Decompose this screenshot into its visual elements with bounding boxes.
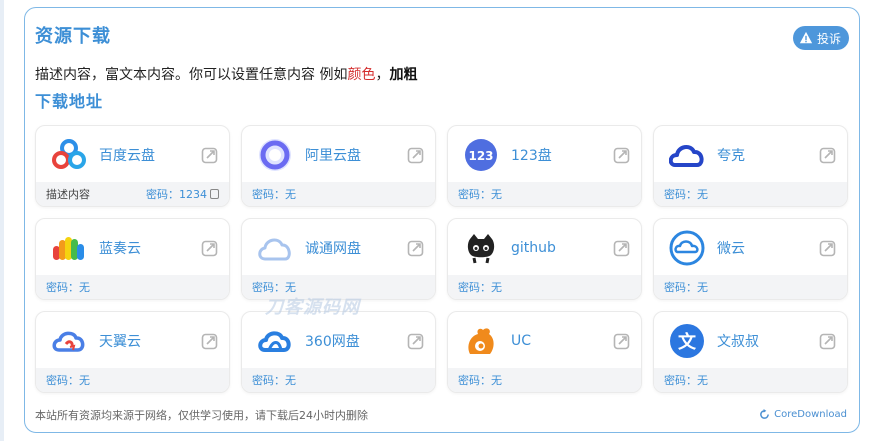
- external-link-icon[interactable]: [819, 146, 837, 164]
- ctfile-icon: [257, 230, 293, 266]
- card-name: 诚通网盘: [305, 241, 361, 257]
- warning-icon: [799, 31, 813, 44]
- external-link-icon[interactable]: [613, 239, 631, 257]
- download-links-title: 下载地址: [35, 92, 104, 111]
- copy-icon[interactable]: [210, 189, 219, 199]
- card-password[interactable]: 密码：无: [252, 186, 296, 202]
- download-card-123pan[interactable]: 123 123盘 密码：无: [447, 125, 642, 207]
- download-card-uc[interactable]: UC 密码：无: [447, 311, 642, 393]
- external-link-icon[interactable]: [613, 146, 631, 164]
- 123pan-icon: 123: [463, 137, 499, 173]
- card-name: 阿里云盘: [305, 148, 361, 164]
- download-grid: 百度云盘 描述内容 密码：1234 阿里云盘 密码：无 123 123盘 密码：…: [35, 125, 849, 393]
- card-password[interactable]: 密码：无: [664, 372, 708, 388]
- card-password[interactable]: 密码：1234: [146, 186, 207, 202]
- card-name: 夸克: [717, 148, 745, 164]
- download-card-baidu[interactable]: 百度云盘 描述内容 密码：1234: [35, 125, 230, 207]
- brand-name: CoreDownload: [774, 409, 847, 420]
- github-icon: [463, 230, 499, 266]
- external-link-icon[interactable]: [407, 332, 425, 350]
- external-link-icon[interactable]: [201, 332, 219, 350]
- download-card-aliyun[interactable]: 阿里云盘 密码：无: [241, 125, 436, 207]
- card-password[interactable]: 密码：无: [46, 279, 90, 295]
- download-panel: 资源下载 投诉 描述内容，富文本内容。你可以设置任意内容 例如颜色，加粗 下载地…: [24, 7, 860, 433]
- external-link-icon[interactable]: [201, 239, 219, 257]
- uc-icon: [463, 323, 499, 359]
- card-name: UC: [511, 333, 532, 349]
- card-name: 文叔叔: [717, 334, 759, 350]
- download-card-tianyi[interactable]: 天翼云 密码：无: [35, 311, 230, 393]
- external-link-icon[interactable]: [819, 332, 837, 350]
- external-link-icon[interactable]: [613, 332, 631, 350]
- desc-sep: ，: [375, 67, 390, 83]
- external-link-icon[interactable]: [819, 239, 837, 257]
- desc-prefix: 描述内容，富文本内容。你可以设置任意内容 例如: [35, 67, 348, 83]
- baidu-cloud-icon: [51, 137, 87, 173]
- aliyun-drive-icon: [257, 137, 293, 173]
- card-password[interactable]: 密码：无: [46, 372, 90, 388]
- card-name: 天翼云: [99, 334, 141, 350]
- card-name: 360网盘: [305, 334, 360, 350]
- download-card-ctfile[interactable]: 诚通网盘 密码：无: [241, 218, 436, 300]
- card-note: 描述内容: [46, 188, 90, 201]
- download-card-lanzou[interactable]: 蓝奏云 密码：无: [35, 218, 230, 300]
- card-name: 123盘: [511, 148, 552, 164]
- quark-icon: [669, 137, 705, 173]
- external-link-icon[interactable]: [201, 146, 219, 164]
- 123pan-icon-text: 123: [468, 149, 493, 163]
- watermark: 刀客源码网: [265, 297, 360, 318]
- desc-red: 颜色: [347, 67, 376, 83]
- card-password[interactable]: 密码：无: [458, 279, 502, 295]
- panel-title: 资源下载: [35, 26, 111, 47]
- download-card-weiyun[interactable]: 微云 密码：无: [653, 218, 848, 300]
- download-card-360pan[interactable]: 360网盘 密码：无: [241, 311, 436, 393]
- weiyun-icon: [669, 230, 705, 266]
- card-name: github: [511, 240, 556, 256]
- lanzou-icon: [51, 230, 87, 266]
- tianyi-cloud-icon: [51, 323, 87, 359]
- external-link-icon[interactable]: [407, 146, 425, 164]
- disclaimer: 本站所有资源均来源于网络，仅供学习使用，请下载后24小时内删除: [35, 409, 368, 422]
- wenshushu-icon-text: 文: [678, 331, 697, 353]
- card-password[interactable]: 密码：无: [252, 372, 296, 388]
- report-button[interactable]: 投诉: [792, 26, 849, 50]
- report-label: 投诉: [816, 31, 841, 46]
- refresh-icon: [760, 409, 770, 419]
- brand[interactable]: CoreDownload: [759, 409, 847, 420]
- download-card-quark[interactable]: 夸克 密码：无: [653, 125, 848, 207]
- 360pan-icon: [257, 323, 293, 359]
- external-link-icon[interactable]: [407, 239, 425, 257]
- left-edge: [0, 0, 4, 441]
- wenshushu-icon: 文: [669, 323, 705, 359]
- card-name: 微云: [717, 241, 745, 257]
- card-password[interactable]: 密码：无: [458, 372, 502, 388]
- download-card-github[interactable]: github 密码：无: [447, 218, 642, 300]
- download-card-wenshushu[interactable]: 文 文叔叔 密码：无: [653, 311, 848, 393]
- description: 描述内容，富文本内容。你可以设置任意内容 例如颜色，加粗: [35, 64, 417, 84]
- card-password[interactable]: 密码：无: [664, 279, 708, 295]
- desc-bold: 加粗: [389, 67, 418, 83]
- card-password[interactable]: 密码：无: [458, 186, 502, 202]
- card-password[interactable]: 密码：无: [664, 186, 708, 202]
- card-name: 蓝奏云: [99, 241, 141, 257]
- card-name: 百度云盘: [99, 148, 155, 164]
